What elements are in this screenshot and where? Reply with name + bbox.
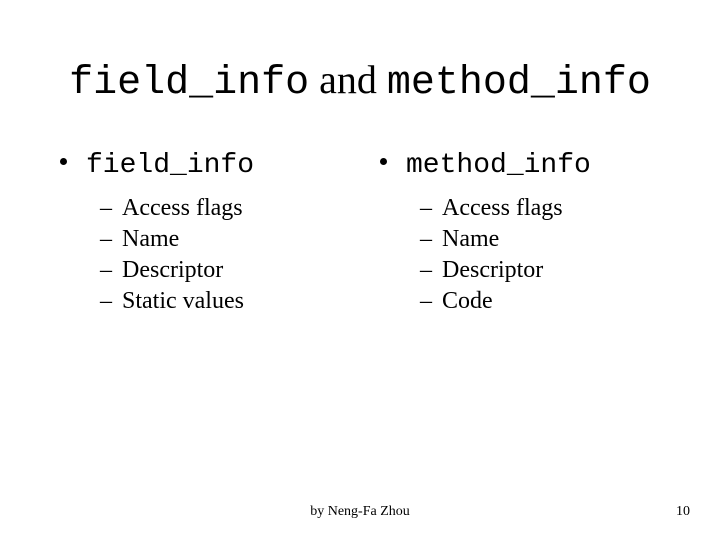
list-item: – Access flags xyxy=(100,195,360,222)
dash-icon: – xyxy=(100,195,112,222)
left-heading-text: field_info xyxy=(86,150,254,181)
dash-icon: – xyxy=(100,288,112,315)
right-heading: method_info xyxy=(380,150,720,181)
dash-icon: – xyxy=(100,226,112,253)
dash-icon: – xyxy=(420,257,432,284)
right-column: method_info – Access flags – Name – Desc… xyxy=(360,150,720,319)
list-item: – Code xyxy=(420,288,720,315)
left-heading: field_info xyxy=(60,150,360,181)
list-item: – Static values xyxy=(100,288,360,315)
left-column: field_info – Access flags – Name – Descr… xyxy=(0,150,360,319)
list-item-text: Name xyxy=(122,226,179,252)
list-item: – Access flags xyxy=(420,195,720,222)
bullet-icon xyxy=(60,158,67,165)
slide-title: field_info and method_info xyxy=(0,58,720,106)
list-item-text: Access flags xyxy=(442,195,563,221)
title-connector: and xyxy=(309,57,387,102)
list-item: – Name xyxy=(420,226,720,253)
list-item-text: Descriptor xyxy=(122,257,223,283)
content-columns: field_info – Access flags – Name – Descr… xyxy=(0,150,720,319)
list-item-text: Static values xyxy=(122,288,244,314)
slide: field_info and method_info field_info – … xyxy=(0,0,720,540)
list-item: – Descriptor xyxy=(100,257,360,284)
dash-icon: – xyxy=(420,226,432,253)
page-number: 10 xyxy=(676,504,690,520)
list-item-text: Descriptor xyxy=(442,257,543,283)
dash-icon: – xyxy=(420,288,432,315)
footer-author: by Neng-Fa Zhou xyxy=(0,504,720,520)
dash-icon: – xyxy=(420,195,432,222)
list-item-text: Access flags xyxy=(122,195,243,221)
right-heading-text: method_info xyxy=(406,150,591,181)
title-code-right: method_info xyxy=(387,61,651,106)
title-code-left: field_info xyxy=(69,61,309,106)
list-item: – Name xyxy=(100,226,360,253)
dash-icon: – xyxy=(100,257,112,284)
list-item-text: Name xyxy=(442,226,499,252)
bullet-icon xyxy=(380,158,387,165)
list-item: – Descriptor xyxy=(420,257,720,284)
list-item-text: Code xyxy=(442,288,493,314)
